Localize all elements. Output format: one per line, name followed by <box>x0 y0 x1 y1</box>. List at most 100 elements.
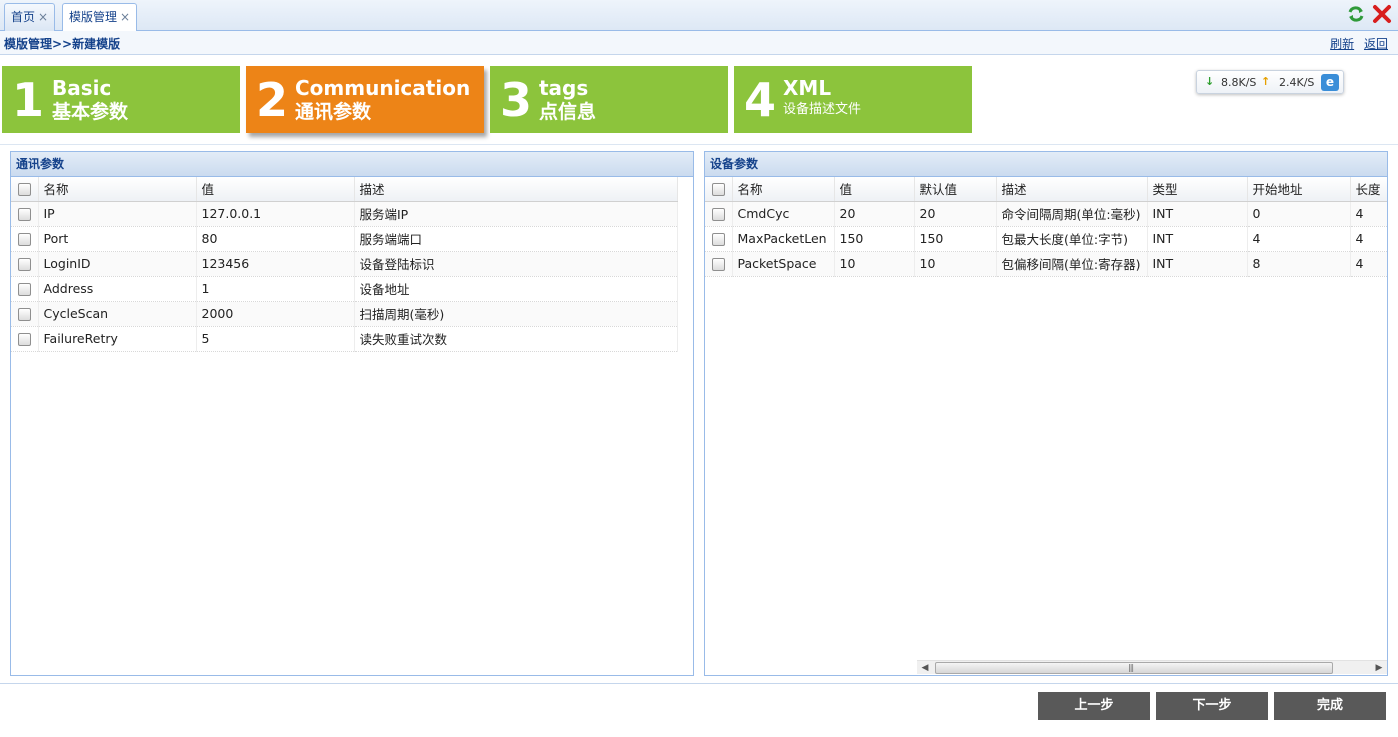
step-tags[interactable]: 3 tags 点信息 <box>490 66 728 133</box>
cell-length: 4 <box>1350 226 1387 252</box>
refresh-icon[interactable] <box>1346 4 1366 24</box>
step-title-cn: 设备描述文件 <box>783 102 862 117</box>
close-icon[interactable] <box>1372 4 1392 24</box>
cell-description: 设备登陆标识 <box>354 251 678 277</box>
column-header[interactable]: 名称 <box>732 177 835 202</box>
cell-value[interactable]: 80 <box>196 226 355 252</box>
table-row[interactable]: Address 1 设备地址 <box>11 276 678 302</box>
select-all-checkbox[interactable] <box>17 183 31 197</box>
row-checkbox[interactable] <box>17 208 31 221</box>
row-checkbox[interactable] <box>17 258 31 271</box>
scrollbar-thumb[interactable]: ||| <box>935 662 1333 674</box>
cell-description: 服务端IP <box>354 201 678 227</box>
cell-description: 包偏移间隔(单位:寄存器) <box>996 251 1148 277</box>
row-checkbox[interactable] <box>711 258 725 271</box>
table-row[interactable]: FailureRetry 5 读失败重试次数 <box>11 326 678 352</box>
cell-description: 命令间隔周期(单位:毫秒) <box>996 201 1148 227</box>
cell-value[interactable]: 2000 <box>196 301 355 327</box>
cell-description: 读失败重试次数 <box>354 326 678 352</box>
back-link[interactable]: 返回 <box>1364 37 1388 51</box>
tab-template-management[interactable]: 模版管理 × <box>62 3 138 32</box>
column-header[interactable]: 开始地址 <box>1247 177 1351 202</box>
cell-start-address: 0 <box>1247 201 1351 227</box>
cell-value[interactable]: 150 <box>834 226 915 252</box>
cell-name: Port <box>38 226 197 252</box>
cell-value[interactable]: 5 <box>196 326 355 352</box>
divider <box>0 144 1398 145</box>
step-title-en: Communication <box>295 76 471 100</box>
tab-home[interactable]: 首页 × <box>4 3 56 31</box>
step-title-cn: 基本参数 <box>52 101 129 123</box>
table-row[interactable]: CmdCyc 20 20 命令间隔周期(单位:毫秒) INT 0 4 <box>705 201 1387 227</box>
upload-arrow-icon: ↑ <box>1261 75 1271 88</box>
cell-value[interactable]: 123456 <box>196 251 355 277</box>
cell-name: PacketSpace <box>732 251 835 277</box>
row-checkbox[interactable] <box>17 233 31 246</box>
row-checkbox[interactable] <box>17 308 31 321</box>
table-row[interactable]: LoginID 123456 设备登陆标识 <box>11 251 678 277</box>
column-header[interactable]: 值 <box>834 177 915 202</box>
column-header[interactable]: 值 <box>196 177 355 202</box>
tab-home-label: 首页 <box>11 10 36 24</box>
column-header[interactable]: 默认值 <box>914 177 997 202</box>
cell-description: 设备地址 <box>354 276 678 302</box>
cell-name: CycleScan <box>38 301 197 327</box>
table-row[interactable]: PacketSpace 10 10 包偏移间隔(单位:寄存器) INT 8 4 <box>705 251 1387 277</box>
tab-tools <box>1346 4 1392 24</box>
cell-description: 包最大长度(单位:字节) <box>996 226 1148 252</box>
cell-name: LoginID <box>38 251 197 277</box>
column-header[interactable]: 描述 <box>996 177 1148 202</box>
finish-button[interactable]: 完成 <box>1274 692 1386 720</box>
cell-type: INT <box>1147 226 1248 252</box>
row-checkbox[interactable] <box>17 283 31 296</box>
table-row[interactable]: IP 127.0.0.1 服务端IP <box>11 201 678 227</box>
download-arrow-icon: ↓ <box>1205 75 1215 88</box>
cell-type: INT <box>1147 201 1248 227</box>
next-step-button[interactable]: 下一步 <box>1156 692 1268 720</box>
step-number: 3 <box>500 73 533 127</box>
cell-type: INT <box>1147 251 1248 277</box>
horizontal-scrollbar[interactable]: ◀ ||| ▶ <box>917 660 1387 674</box>
column-header[interactable]: 描述 <box>354 177 678 202</box>
cell-value[interactable]: 20 <box>834 201 915 227</box>
step-communication[interactable]: 2 Communication 通讯参数 <box>246 66 484 133</box>
tab-template-management-label: 模版管理 <box>69 10 118 24</box>
cell-value[interactable]: 127.0.0.1 <box>196 201 355 227</box>
step-basic[interactable]: 1 Basic 基本参数 <box>2 66 240 133</box>
table-row[interactable]: CycleScan 2000 扫描周期(毫秒) <box>11 301 678 327</box>
select-all-checkbox-cell <box>705 177 733 202</box>
tab-bar: 首页 × 模版管理 × <box>0 0 1398 32</box>
tab-home-close-icon[interactable]: × <box>38 10 48 24</box>
column-header[interactable]: 名称 <box>38 177 197 202</box>
cell-name: CmdCyc <box>732 201 835 227</box>
cell-default: 150 <box>914 226 997 252</box>
cell-default: 20 <box>914 201 997 227</box>
step-title-en: Basic <box>52 76 112 100</box>
row-checkbox[interactable] <box>711 233 725 246</box>
browser-icon[interactable]: e <box>1321 74 1339 91</box>
column-header[interactable]: 类型 <box>1147 177 1248 202</box>
select-all-checkbox[interactable] <box>711 183 725 197</box>
step-xml[interactable]: 4 XML 设备描述文件 <box>734 66 972 133</box>
device-params-grid: 名称 值 默认值 描述 类型 开始地址 长度 CmdCyc 20 20 命令间隔… <box>705 177 1387 277</box>
cell-start-address: 4 <box>1247 226 1351 252</box>
step-number: 2 <box>256 73 289 127</box>
step-title-cn: 通讯参数 <box>295 101 372 123</box>
row-checkbox[interactable] <box>17 333 31 346</box>
table-row[interactable]: Port 80 服务端端口 <box>11 226 678 252</box>
scroll-right-icon[interactable]: ▶ <box>1373 661 1385 675</box>
cell-name: FailureRetry <box>38 326 197 352</box>
panel-title: 设备参数 <box>705 152 1387 177</box>
row-checkbox[interactable] <box>711 208 725 221</box>
scroll-left-icon[interactable]: ◀ <box>919 661 931 675</box>
device-params-panel: 设备参数 名称 值 默认值 描述 类型 开始地址 长度 CmdCyc 20 20… <box>704 151 1388 676</box>
tab-template-management-close-icon[interactable]: × <box>120 10 130 24</box>
table-row[interactable]: MaxPacketLen 150 150 包最大长度(单位:字节) INT 4 … <box>705 226 1387 252</box>
previous-step-button[interactable]: 上一步 <box>1038 692 1150 720</box>
column-header[interactable]: 长度 <box>1350 177 1387 202</box>
breadcrumb-links: 刷新 返回 <box>1324 35 1388 52</box>
refresh-link[interactable]: 刷新 <box>1330 37 1354 51</box>
cell-value[interactable]: 1 <box>196 276 355 302</box>
step-title-en: XML <box>783 76 832 100</box>
cell-value[interactable]: 10 <box>834 251 915 277</box>
